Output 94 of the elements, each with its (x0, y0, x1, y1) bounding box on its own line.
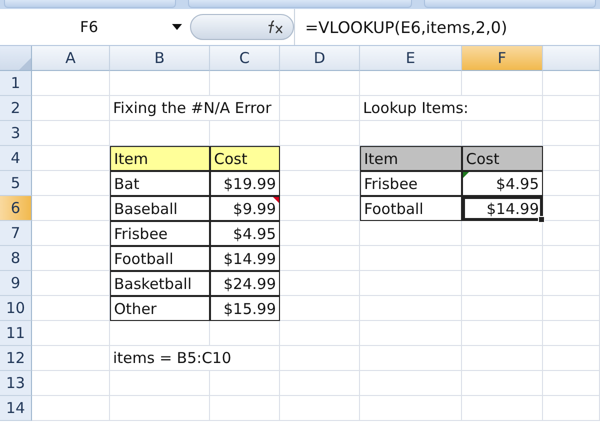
row-header[interactable]: 7 (0, 221, 32, 246)
empty-cell[interactable] (543, 396, 600, 421)
empty-cell[interactable] (210, 371, 280, 396)
row-header[interactable]: 8 (0, 246, 32, 271)
column-header[interactable]: F (462, 46, 543, 71)
empty-cell[interactable] (360, 346, 462, 371)
row-header[interactable]: 14 (0, 396, 32, 421)
table-cell: $4.95 (462, 171, 543, 196)
table-cell: $14.99 (210, 246, 280, 271)
column-header[interactable]: E (360, 46, 462, 71)
empty-cell[interactable] (462, 246, 543, 271)
table-cell: Football (360, 196, 462, 221)
empty-cell[interactable] (462, 396, 543, 421)
empty-cell[interactable] (360, 71, 462, 96)
empty-cell[interactable] (462, 371, 543, 396)
empty-cell[interactable] (543, 221, 600, 246)
empty-cell[interactable] (110, 321, 210, 346)
empty-cell[interactable] (543, 296, 600, 321)
empty-cell[interactable] (360, 396, 462, 421)
table-cell: Bat (110, 171, 210, 196)
cell-text: Fixing the #N/A Error (110, 96, 280, 121)
table-cell: Item (360, 146, 462, 171)
row-header[interactable]: 2 (0, 96, 32, 121)
table-cell: Basketball (110, 271, 210, 296)
table-cell: $14.99 (462, 196, 543, 221)
empty-cell[interactable] (360, 371, 462, 396)
empty-cell[interactable] (280, 396, 360, 421)
empty-cell[interactable] (360, 221, 462, 246)
table-cell: Other (110, 296, 210, 321)
empty-cell[interactable] (462, 346, 543, 371)
empty-cell[interactable] (210, 71, 280, 96)
empty-cell[interactable] (462, 296, 543, 321)
table-cell: $19.99 (210, 171, 280, 196)
table-cell: Cost (462, 146, 543, 171)
empty-cell[interactable] (543, 271, 600, 296)
fx-icon[interactable] (267, 20, 285, 34)
cell-text: items = B5:C10 (110, 346, 280, 371)
row-header[interactable]: 4 (0, 146, 32, 171)
empty-cell[interactable] (462, 221, 543, 246)
empty-cell[interactable] (360, 321, 462, 346)
row-header[interactable]: 1 (0, 71, 32, 96)
empty-cell[interactable] (280, 71, 360, 96)
row-header[interactable]: 6 (0, 196, 32, 221)
empty-cell[interactable] (543, 96, 600, 121)
empty-cell[interactable] (280, 96, 360, 121)
row-header[interactable]: 5 (0, 171, 32, 196)
name-box[interactable]: F6 (0, 9, 190, 45)
row-header[interactable]: 9 (0, 271, 32, 296)
select-all-corner[interactable] (0, 46, 32, 71)
table-cell: $4.95 (210, 221, 280, 246)
table-cell: Frisbee (360, 171, 462, 196)
column-header[interactable]: A (32, 46, 110, 71)
empty-cell[interactable] (543, 246, 600, 271)
table-cell: Baseball (110, 196, 210, 221)
empty-cell[interactable] (462, 71, 543, 96)
empty-cell[interactable] (280, 371, 360, 396)
row-header[interactable]: 10 (0, 296, 32, 321)
column-header[interactable]: C (210, 46, 280, 71)
corner-triangle-icon (19, 58, 31, 70)
empty-cell[interactable] (280, 121, 360, 146)
empty-cell[interactable] (360, 271, 462, 296)
row-header[interactable]: 3 (0, 121, 32, 146)
column-header[interactable]: D (280, 46, 360, 71)
empty-cell[interactable] (110, 71, 210, 96)
empty-cell[interactable] (543, 121, 600, 146)
row-header[interactable]: 12 (0, 346, 32, 371)
table-cell: $9.99 (210, 196, 280, 221)
empty-cell[interactable] (462, 321, 543, 346)
empty-cell[interactable] (543, 71, 600, 96)
empty-cell[interactable] (543, 321, 600, 346)
empty-cell[interactable] (210, 396, 280, 421)
empty-cell[interactable] (462, 271, 543, 296)
empty-cell[interactable] (543, 371, 600, 396)
empty-cell[interactable] (110, 396, 210, 421)
table-cell: Item (110, 146, 210, 171)
table-cell: $24.99 (210, 271, 280, 296)
column-header[interactable]: B (110, 46, 210, 71)
blank-column-header[interactable] (543, 46, 600, 71)
row-header[interactable]: 11 (0, 321, 32, 346)
empty-cell[interactable] (110, 371, 210, 396)
empty-cell[interactable] (543, 346, 600, 371)
table-cell: Football (110, 246, 210, 271)
empty-cell[interactable] (280, 346, 360, 371)
cell-text: Lookup Items: (360, 96, 543, 121)
table-cell: Cost (210, 146, 280, 171)
empty-cell[interactable] (210, 321, 280, 346)
row-header[interactable]: 13 (0, 371, 32, 396)
empty-cell[interactable] (360, 246, 462, 271)
empty-cell[interactable] (280, 321, 360, 346)
empty-cell[interactable] (360, 296, 462, 321)
table-cell: Frisbee (110, 221, 210, 246)
dropdown-caret-icon[interactable] (172, 24, 182, 30)
formula-field[interactable]: =VLOOKUP(E6,items,2,0) (294, 9, 600, 45)
table-cell: $15.99 (210, 296, 280, 321)
